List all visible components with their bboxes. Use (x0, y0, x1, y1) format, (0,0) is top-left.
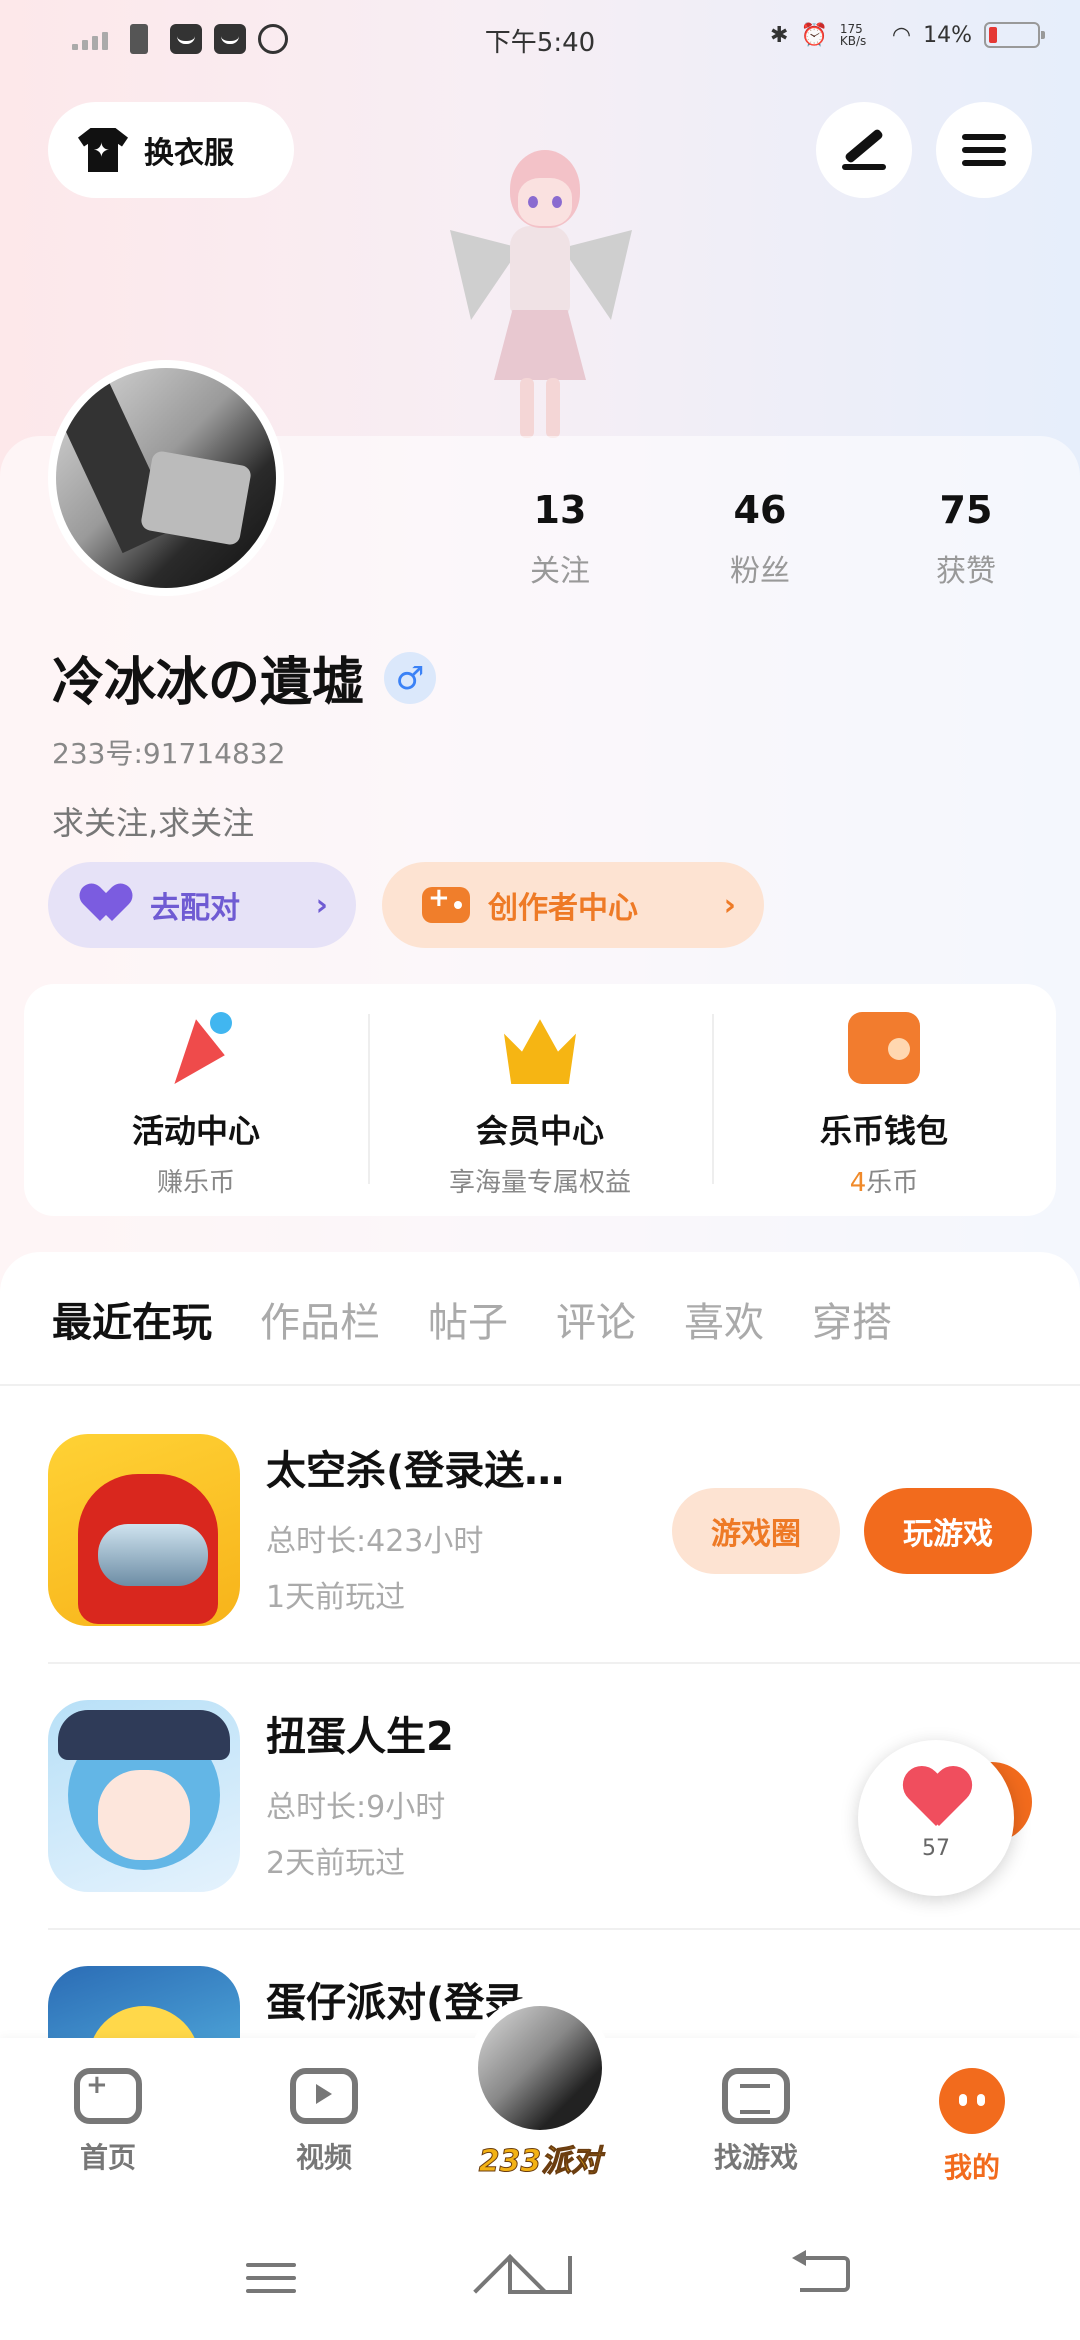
nav-party[interactable] (468, 1996, 612, 2140)
wallet-icon (848, 1012, 920, 1084)
stat-following[interactable]: 13 关注 (490, 488, 630, 590)
game-icon[interactable] (48, 1700, 240, 1892)
nav-me[interactable]: 我的 (902, 2068, 1042, 2186)
followers-label: 粉丝 (730, 554, 790, 589)
edit-profile-button[interactable] (816, 102, 912, 198)
party-popper-icon (160, 1012, 232, 1084)
coin-wallet[interactable]: 乐币钱包 4乐币 (712, 984, 1056, 1216)
menu-button[interactable] (936, 102, 1032, 198)
battery-icon (984, 22, 1045, 48)
tab-works[interactable]: 作品栏 (236, 1290, 404, 1380)
match-button[interactable]: 去配对 › (48, 862, 356, 948)
user-id: 233号:91714832 (52, 737, 286, 770)
game-last-played: 2天前玩过 (266, 1846, 406, 1881)
nav-video-label: 视频 (295, 2141, 352, 2174)
tab-likes[interactable]: 喜欢 (660, 1290, 788, 1380)
vip-center[interactable]: 会员中心 享海量专属权益 (368, 984, 712, 1216)
menu-icon (962, 127, 1006, 173)
activity-center-sub: 赚乐币 (156, 1168, 235, 1198)
nav-video[interactable]: 视频 (254, 2068, 394, 2176)
change-outfit-label: 换衣服 (144, 136, 234, 171)
activity-center-title: 活动中心 (131, 1112, 260, 1150)
bluetooth-icon: ✱ (770, 22, 789, 48)
stat-followers[interactable]: 46 粉丝 (690, 488, 830, 590)
game-duration: 总时长:9小时 (266, 1790, 446, 1825)
user-bio: 求关注,求关注 (52, 804, 255, 842)
like-count: 57 (922, 1836, 950, 1861)
tab-comments[interactable]: 评论 (532, 1290, 660, 1380)
nav-home-label: 首页 (79, 2141, 136, 2174)
alarm-icon: ⏰ (800, 22, 828, 48)
nav-me-label: 我的 (943, 2151, 1000, 2184)
stat-likes[interactable]: 75 获赞 (896, 488, 1036, 590)
feature-card: 活动中心 赚乐币 会员中心 享海量专属权益 乐币钱包 4乐币 (24, 984, 1056, 1216)
following-label: 关注 (530, 554, 590, 589)
wifi-icon: ◠ (891, 22, 912, 48)
play-game-button[interactable]: 玩游戏 (864, 1488, 1032, 1574)
vip-center-sub: 享海量专属权益 (448, 1168, 631, 1198)
likes-label: 获赞 (936, 554, 996, 589)
list-icon (722, 2068, 790, 2124)
party-avatar (478, 2006, 602, 2130)
nav-find-games[interactable]: 找游戏 (686, 2068, 826, 2176)
heart-icon (901, 1768, 971, 1830)
heart-icon (88, 885, 132, 925)
avatar[interactable] (48, 360, 284, 596)
game-circle-button[interactable]: 游戏圈 (672, 1488, 840, 1574)
activity-center[interactable]: 活动中心 赚乐币 (24, 984, 368, 1216)
game-name: 扭蛋人生2 (266, 1714, 454, 1760)
tab-recent[interactable]: 最近在玩 (0, 1290, 236, 1380)
net-speed: 175 KB/s (839, 22, 867, 48)
coin-wallet-sub: 4乐币 (849, 1168, 919, 1198)
gamepad-icon (74, 2068, 142, 2124)
vip-center-title: 会员中心 (475, 1112, 604, 1150)
match-label: 去配对 (150, 891, 240, 926)
user-name-row: 冷冰冰の遺墟 ♂ (52, 640, 437, 715)
nav-home[interactable]: 首页 (38, 2068, 178, 2176)
change-outfit-button[interactable]: 换衣服 (48, 102, 294, 198)
tab-outfits[interactable]: 穿搭 (788, 1290, 916, 1380)
tab-posts[interactable]: 帖子 (404, 1290, 532, 1380)
back-icon[interactable] (792, 2250, 850, 2292)
game-duration: 总时长:423小时 (266, 1524, 484, 1559)
shirt-icon (78, 128, 128, 172)
list-item[interactable]: 太空杀(登录送… 总时长:423小时 1天前玩过 游戏圈 玩游戏 (0, 1434, 1080, 1698)
recent-apps-icon[interactable] (246, 2254, 296, 2302)
creator-center-label: 创作者中心 (488, 891, 638, 926)
game-icon[interactable] (48, 1434, 240, 1626)
chevron-right-icon: › (723, 887, 736, 923)
game-last-played: 1天前玩过 (266, 1580, 406, 1615)
pen-icon (843, 128, 885, 164)
following-count: 13 (533, 488, 587, 532)
home-icon[interactable] (508, 2256, 572, 2294)
male-icon: ♂ (384, 651, 437, 704)
status-bar: 下午5:40 ✱ ⏰ 175 KB/s ◠ 14% (0, 0, 1080, 80)
game-name: 太空杀(登录送… (266, 1448, 565, 1494)
battery-percent: 14% (923, 22, 972, 48)
video-icon (290, 2068, 358, 2124)
chevron-right-icon: › (315, 887, 328, 923)
coin-balance: 4 (849, 1168, 867, 1198)
coin-wallet-title: 乐币钱包 (819, 1112, 948, 1150)
nav-party-label[interactable]: 233派对 (462, 2136, 618, 2180)
creator-center-button[interactable]: 创作者中心 › (382, 862, 764, 948)
me-icon (939, 2068, 1005, 2134)
system-nav (0, 2198, 1080, 2340)
nav-find-games-label: 找游戏 (713, 2141, 798, 2174)
user-name: 冷冰冰の遺墟 (52, 653, 365, 713)
followers-count: 46 (733, 488, 787, 532)
likes-count: 75 (939, 488, 993, 532)
crown-icon (504, 1019, 576, 1084)
profile-tabs: 最近在玩 作品栏 帖子 评论 喜欢 穿搭 (0, 1290, 1080, 1380)
like-button[interactable]: 57 (858, 1740, 1014, 1896)
avatar-character[interactable] (450, 130, 632, 440)
gamepad-icon (422, 883, 470, 923)
